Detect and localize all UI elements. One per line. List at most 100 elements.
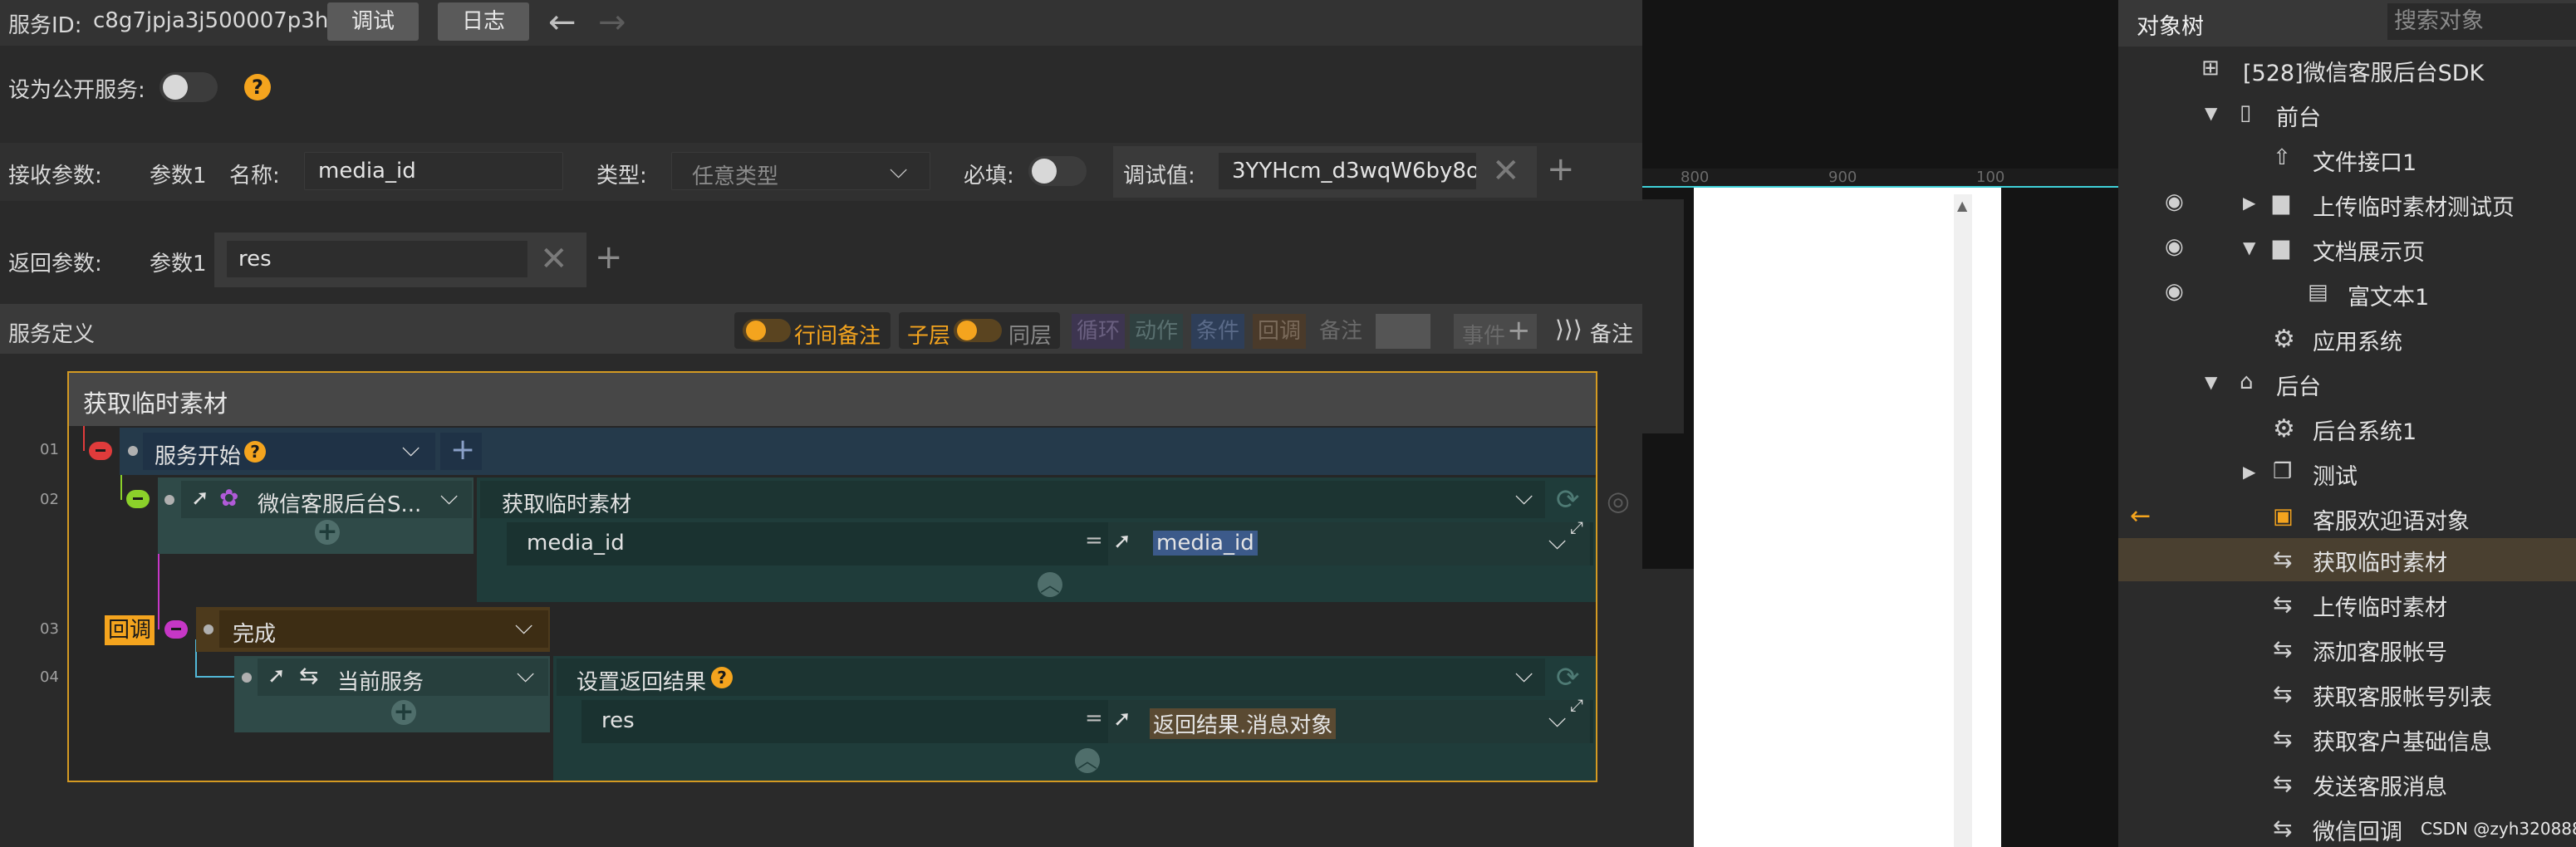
tree-item[interactable]: ⇆ 上传临时素材 xyxy=(2118,583,2576,628)
action-help-icon[interactable]: ? xyxy=(711,667,733,688)
expand-icon: ⤢ xyxy=(1570,517,1583,537)
action-param-name: res xyxy=(601,708,635,733)
refresh-icon[interactable]: ⟳ xyxy=(1556,661,1580,694)
tree-item[interactable]: ◉ ▶ ▆ 上传临时素材测试页 xyxy=(2118,183,2576,228)
service-start-select[interactable]: 服务开始 ? ⌵ xyxy=(143,433,435,470)
param-name-input[interactable]: media_id xyxy=(304,152,563,190)
bullet-dot xyxy=(164,495,174,505)
server-icon: ⌂ xyxy=(2240,370,2254,394)
chevron-down-icon: ⌵ xyxy=(402,434,420,462)
eye-icon[interactable]: ◉ xyxy=(2165,234,2184,259)
callback-tag: 回调 xyxy=(105,615,155,645)
target-icon[interactable]: ◎ xyxy=(1607,485,1630,517)
cursor-icon: ➚ xyxy=(267,663,286,688)
scroll-up-icon[interactable]: ▲ xyxy=(1957,198,1967,213)
current-service-select[interactable]: ➚ ⇆ 当前服务 ⌵ xyxy=(258,659,548,696)
tree-item-selected[interactable]: ⇆ 获取临时素材 xyxy=(2118,538,2576,581)
tree-item[interactable]: ⚙ 应用系统 xyxy=(2118,317,2576,362)
tree-item[interactable]: ▶ ❒ 测试 xyxy=(2118,452,2576,497)
note-button[interactable]: 备注 xyxy=(1314,314,1367,349)
back-arrow-icon[interactable]: ← xyxy=(548,3,577,42)
required-toggle[interactable] xyxy=(1028,156,1087,186)
action-param-value-select[interactable]: ➚ media_id ⌵ ⤢ xyxy=(1108,517,1590,565)
clear-return-icon[interactable]: ✕ xyxy=(540,242,568,276)
tree-item[interactable]: ⇆ 添加客服帐号 xyxy=(2118,628,2576,673)
collapse-dot[interactable] xyxy=(126,490,150,508)
collapse-note-icon[interactable]: ⟩⟩⟩ xyxy=(1555,316,1582,343)
tree-item[interactable]: ⇆ 获取客户基础信息 xyxy=(2118,717,2576,762)
required-label: 必填: xyxy=(964,164,1014,188)
upload-icon: ⇧ xyxy=(2273,145,2291,170)
flow-title-bar xyxy=(69,373,1596,426)
add-child-icon[interactable]: + xyxy=(391,700,416,725)
object-search-input[interactable]: 搜索对象 xyxy=(2387,3,2576,40)
layer-toggle[interactable]: 子层 同层 xyxy=(899,312,1060,349)
inline-note-toggle[interactable]: 行间备注 xyxy=(734,312,891,349)
add-return-icon[interactable]: + xyxy=(595,241,623,274)
object-tree-tab[interactable]: 对象树 xyxy=(2137,8,2204,41)
refresh-icon[interactable]: ⟳ xyxy=(1556,483,1580,517)
tree-item[interactable]: ⇧ 文件接口1 xyxy=(2118,138,2576,183)
sdk-select[interactable]: ➚ ✿ 微信客服后台S... ⌵ xyxy=(181,481,472,518)
return-param-input[interactable]: res xyxy=(226,240,528,278)
debug-value-input[interactable]: 3YYHcm_d3wqW6by8o1 xyxy=(1218,152,1477,190)
collapse-up-icon[interactable]: ︿ xyxy=(1038,572,1062,597)
back-arrow-icon[interactable]: ← xyxy=(2130,502,2151,531)
condition-button[interactable]: 条件 xyxy=(1191,314,1245,349)
action-button[interactable]: 动作 xyxy=(1130,314,1184,349)
tree-item[interactable]: ⇆ 获取客服帐号列表 xyxy=(2118,673,2576,717)
return-params-label: 返回参数: xyxy=(8,252,102,277)
expanded-triangle-icon: ▼ xyxy=(2205,372,2218,392)
add-param-icon[interactable]: + xyxy=(1547,153,1575,186)
gear-icon: ⚙ xyxy=(2273,325,2295,354)
event-button[interactable]: 事件 + xyxy=(1454,314,1537,349)
public-service-label: 设为公开服务: xyxy=(8,78,145,103)
swap-icon: ⇆ xyxy=(299,662,319,689)
clear-param-icon[interactable]: ✕ xyxy=(1492,154,1520,188)
add-child-icon[interactable]: + xyxy=(315,520,340,545)
tree-item[interactable]: ◉ ▤ 富文本1 xyxy=(2118,272,2576,317)
note-box[interactable] xyxy=(1376,314,1430,349)
log-button[interactable]: 日志 xyxy=(438,2,529,41)
page-scrollbar[interactable]: ▲ xyxy=(1954,194,1972,847)
canvas-overlay-panel xyxy=(1642,199,1684,433)
action-param-value-select[interactable]: ➚ 返回结果.消息对象 ⌵ ⤢ xyxy=(1108,695,1590,743)
action-select[interactable]: 获取临时素材 ⌵ xyxy=(480,481,1545,518)
loop-button[interactable]: 循环 xyxy=(1072,314,1126,349)
param-type-select[interactable]: 任意类型 ⌵ xyxy=(671,152,930,190)
tree-item[interactable]: ▼ ⌂ 后台 xyxy=(2118,362,2576,407)
chevron-down-icon: ⌵ xyxy=(515,612,533,639)
eye-icon[interactable]: ◉ xyxy=(2165,279,2184,304)
equals-sign: = xyxy=(1085,528,1103,553)
collapse-up-icon[interactable]: ︿ xyxy=(1075,748,1100,773)
tree-item[interactable]: ◉ ▼ ▆ 文档展示页 xyxy=(2118,228,2576,272)
eye-icon[interactable]: ◉ xyxy=(2165,189,2184,214)
canvas-overlay-panel xyxy=(1642,569,1694,847)
swap-icon: ⇆ xyxy=(2273,635,2293,663)
cursor-icon: ➚ xyxy=(1113,707,1131,732)
connector-line xyxy=(83,426,85,451)
forward-arrow-icon[interactable]: → xyxy=(598,3,626,42)
plus-icon: + xyxy=(1507,314,1531,347)
collapse-dot[interactable] xyxy=(164,620,188,639)
callback-button[interactable]: 回调 xyxy=(1253,314,1307,349)
debug-button[interactable]: 调试 xyxy=(327,2,419,41)
tree-item[interactable]: ⚙ 后台系统1 xyxy=(2118,407,2576,452)
tree-item[interactable]: ▼ ▯ 前台 xyxy=(2118,93,2576,138)
tree-item[interactable]: ⊞ [528]微信客服后台SDK xyxy=(2118,48,2576,93)
start-help-icon[interactable]: ? xyxy=(244,441,266,463)
service-id-label: 服务ID: xyxy=(8,13,82,38)
service-id-value: c8g7jpja3j500007p3hg xyxy=(93,8,342,33)
action-select[interactable]: 设置返回结果 ? ⌵ xyxy=(557,659,1545,696)
done-select[interactable]: 完成 ⌵ xyxy=(219,610,548,648)
public-service-toggle[interactable] xyxy=(159,72,218,102)
public-help-icon[interactable]: ? xyxy=(244,74,271,100)
same-layer-label: 同层 xyxy=(1008,324,1052,349)
tree-item[interactable]: ⇆ 发送客服消息 xyxy=(2118,762,2576,807)
tree-item[interactable]: ← ▣ 客服欢迎语对象 xyxy=(2118,497,2576,541)
add-step-button[interactable]: + xyxy=(440,433,482,470)
collapse-dot[interactable] xyxy=(89,442,112,460)
bullet-dot xyxy=(204,624,213,634)
page-icon: ▆ xyxy=(2273,235,2289,260)
line-number: 04 xyxy=(40,668,59,686)
